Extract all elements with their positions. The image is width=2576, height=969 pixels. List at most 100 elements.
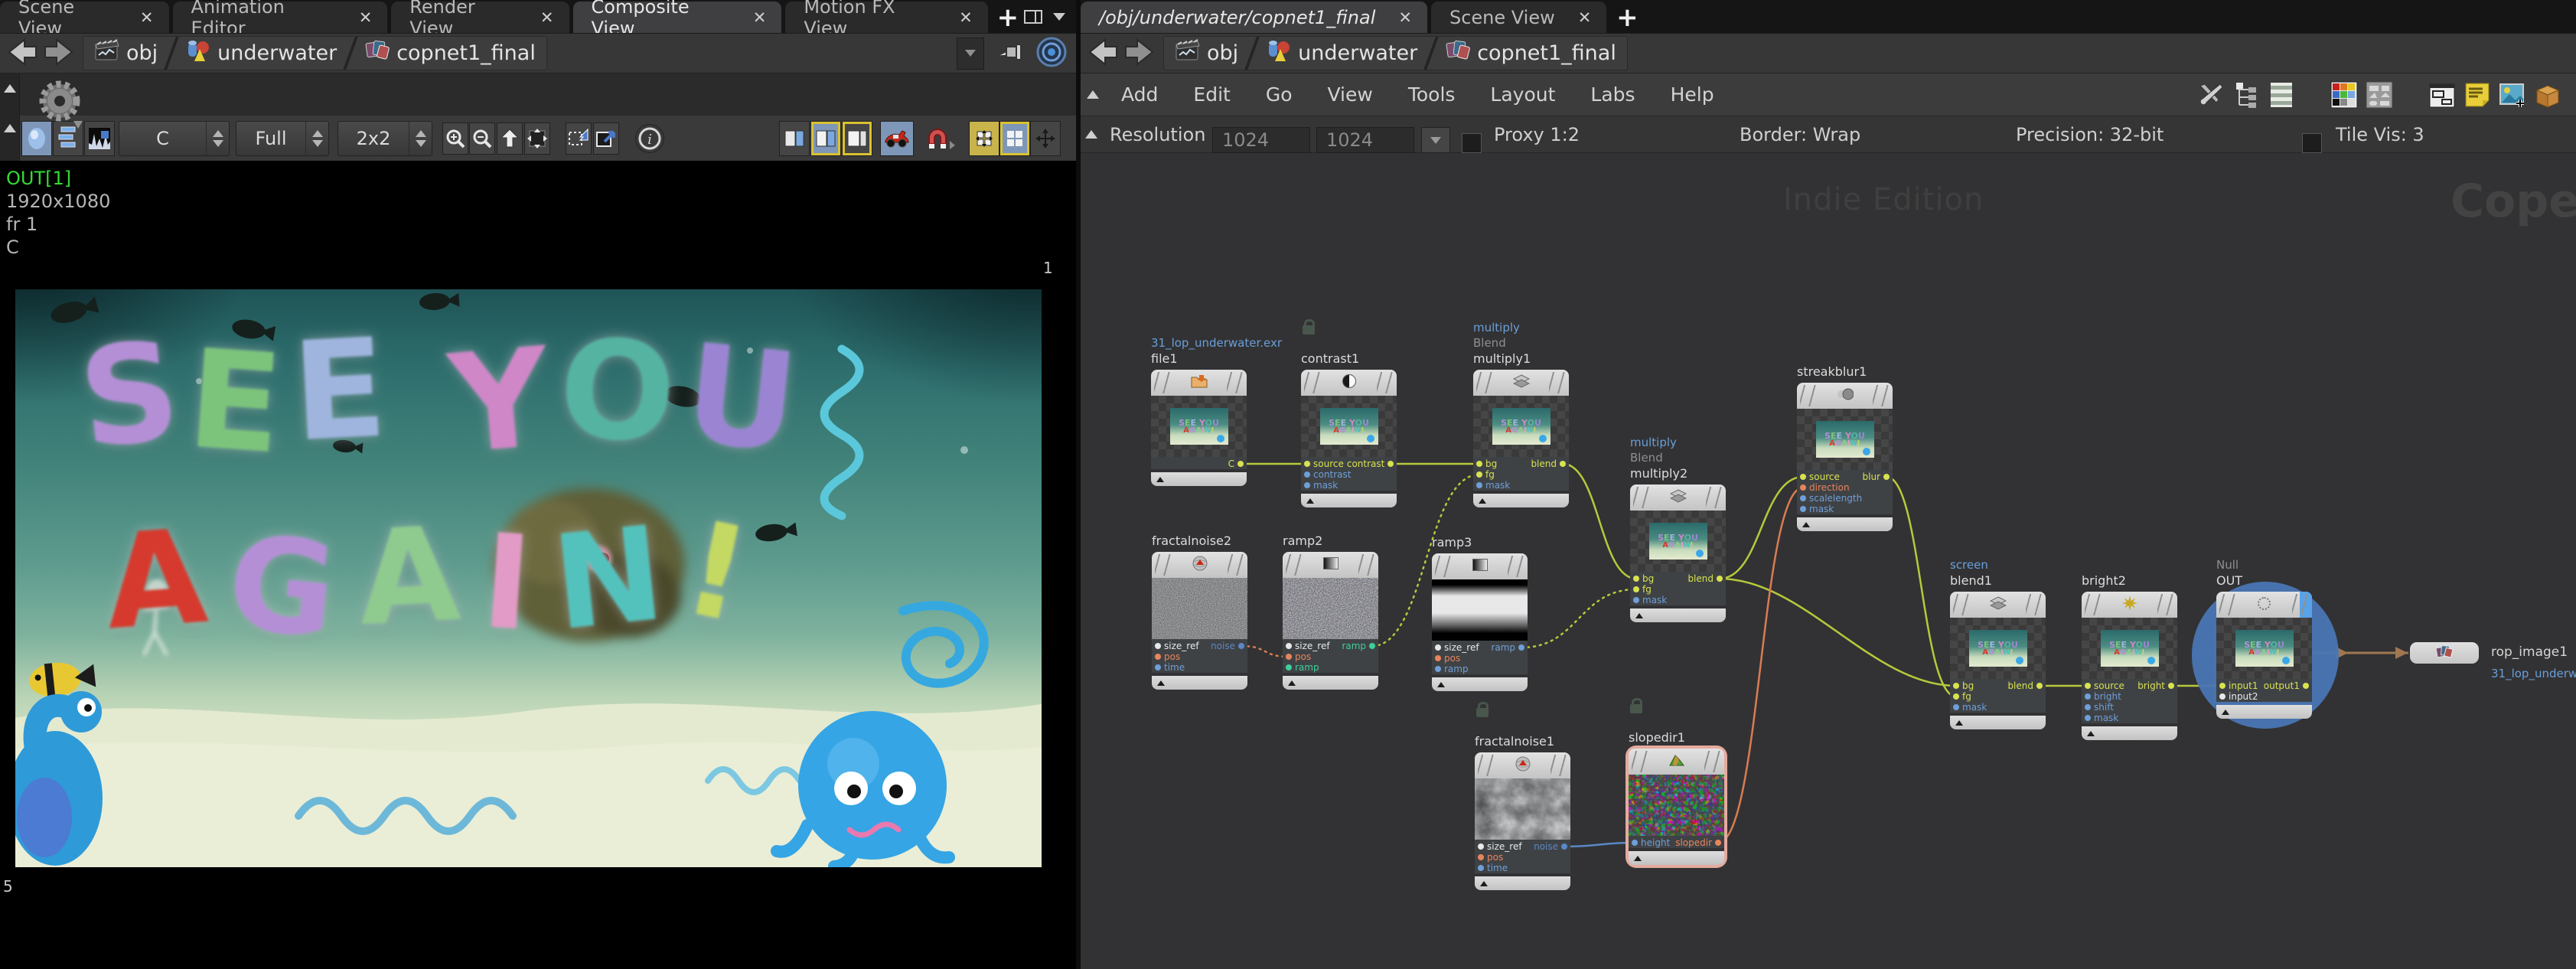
input-port-mask[interactable] (1476, 482, 1482, 488)
input-port-bg[interactable] (1633, 576, 1639, 582)
pin-icon[interactable] (996, 39, 1024, 68)
select-region-button[interactable] (566, 122, 592, 155)
output-port-output1[interactable] (2303, 683, 2309, 689)
footer-expand-icon[interactable] (1437, 682, 1445, 687)
node-header[interactable] (2216, 592, 2312, 618)
node-multiply2[interactable]: multiply2BlendmultiplySEEYOUAGAIN!bgblen… (1630, 484, 1726, 622)
node-header[interactable] (1152, 552, 1247, 578)
node-header[interactable] (1950, 592, 2046, 618)
tab-composite-view[interactable]: Composite View✕ (573, 2, 782, 33)
footer-expand-icon[interactable] (1955, 720, 1963, 726)
node-fractalnoise2[interactable]: fractalnoise2size_refnoisepostime (1152, 552, 1247, 690)
output-port-blend[interactable] (1560, 461, 1566, 467)
stow-arrow-icon[interactable] (4, 124, 16, 132)
forward-button[interactable] (1123, 37, 1156, 70)
resolution-height-field[interactable]: 1024 (1316, 127, 1414, 153)
asset-box-icon[interactable] (2533, 80, 2562, 109)
tab-scene-view[interactable]: Scene View✕ (0, 2, 169, 33)
output-port-ramp[interactable] (1518, 644, 1524, 651)
output-port-blur[interactable] (1883, 474, 1890, 480)
input-port-bg[interactable] (1953, 683, 1959, 689)
node-ramp2[interactable]: ramp2size_reframpposramp (1283, 552, 1378, 690)
node-file1[interactable]: file131_lop_underwater.exrSEEYOUAGAIN!C (1151, 370, 1247, 486)
input-port-pos[interactable] (1155, 654, 1161, 660)
plane-selector[interactable]: C (119, 121, 230, 156)
footer-expand-icon[interactable] (1480, 881, 1488, 886)
node-header[interactable] (1475, 752, 1570, 778)
breadcrumb-item-obj[interactable]: obj (1164, 37, 1249, 70)
resolution-width-field[interactable]: 1024 (1212, 127, 1310, 153)
tile-vis-checkbox[interactable] (2302, 133, 2322, 153)
input-port-mask[interactable] (1633, 597, 1639, 603)
input-port-pos[interactable] (1286, 654, 1292, 660)
input-port-source[interactable] (1304, 461, 1310, 467)
node-header[interactable] (1151, 370, 1247, 396)
node-footer[interactable] (1301, 494, 1397, 507)
input-port-mask[interactable] (2085, 715, 2091, 721)
output-port-noise[interactable] (1238, 643, 1244, 649)
display-flag[interactable] (2300, 592, 2312, 618)
tab-scene-view[interactable]: Scene View✕ (1431, 2, 1606, 33)
tree-view-icon[interactable] (2232, 80, 2261, 109)
back-button[interactable] (1087, 37, 1119, 70)
border-label[interactable]: Border: Wrap (1740, 116, 1860, 153)
breadcrumb-item-copnet1_final[interactable]: copnet1_final (354, 37, 546, 70)
input-port-shift[interactable] (2085, 704, 2091, 710)
output-port-blend[interactable] (2036, 683, 2043, 689)
node-contrast1[interactable]: contrast1SEEYOUAGAIN!sourcecontrastcontr… (1301, 370, 1397, 507)
node-header[interactable] (1630, 484, 1726, 511)
breadcrumb-item-copnet1_final[interactable]: copnet1_final (1434, 37, 1627, 70)
menu-add[interactable]: Add (1104, 83, 1176, 106)
zoom-out-button[interactable] (469, 122, 495, 155)
menu-view[interactable]: View (1310, 83, 1391, 106)
layout-wide-toggle[interactable] (842, 121, 872, 156)
tools-icon[interactable] (2196, 80, 2225, 109)
output-port-slopedir[interactable] (1715, 840, 1721, 846)
input-port-input2[interactable] (2219, 693, 2225, 700)
info-button[interactable]: i (635, 124, 664, 153)
input-port-pos[interactable] (1478, 854, 1484, 860)
input-port-time[interactable] (1478, 865, 1484, 871)
node-streakblur1[interactable]: streakblur1SEEYOUAGAIN!sourceblurdirecti… (1797, 383, 1893, 531)
footer-expand-icon[interactable] (1802, 522, 1810, 527)
grid-view-toggle[interactable] (999, 121, 1030, 156)
input-port-ramp[interactable] (1435, 666, 1441, 672)
tab-close-icon[interactable]: ✕ (1578, 8, 1592, 27)
tab-motion-fx-view[interactable]: Motion FX View✕ (785, 2, 987, 33)
tile-selector[interactable]: 2x2 (337, 121, 432, 156)
node-fractalnoise1[interactable]: fractalnoise1size_refnoisepostime (1475, 752, 1570, 890)
footer-expand-icon[interactable] (2087, 731, 2095, 736)
node-footer[interactable] (1152, 676, 1247, 690)
input-port-input1[interactable] (2219, 683, 2225, 689)
menu-edit[interactable]: Edit (1176, 83, 1247, 106)
node-slopedir1[interactable]: slopedir1heightslopedir (1629, 749, 1724, 865)
footer-expand-icon[interactable] (1156, 477, 1164, 482)
list-view-icon[interactable] (2267, 80, 2296, 109)
menu-labs[interactable]: Labs (1573, 83, 1652, 106)
node-footer[interactable] (2082, 726, 2177, 740)
menu-tools[interactable]: Tools (1391, 83, 1473, 106)
snap-magnet-icon[interactable] (923, 121, 960, 156)
node-header[interactable] (1283, 552, 1378, 578)
proxy-checkbox[interactable] (1462, 133, 1482, 153)
stow-arrow-icon[interactable] (4, 84, 16, 93)
menu-layout[interactable]: Layout (1472, 83, 1573, 106)
input-port-direction[interactable] (1800, 484, 1806, 491)
node-header[interactable] (1301, 370, 1397, 396)
node-footer[interactable] (1283, 676, 1378, 690)
precision-label[interactable]: Precision: 32-bit (2016, 116, 2164, 153)
menu-help[interactable]: Help (1653, 83, 1732, 106)
node-rop_image1[interactable] (2410, 642, 2479, 664)
node-blend1[interactable]: blend1screenSEEYOUAGAIN!bgblendfgmask (1950, 592, 2046, 729)
breadcrumb-item-underwater[interactable]: underwater (174, 37, 347, 70)
layout-single-toggle[interactable] (779, 121, 810, 156)
node-footer[interactable] (1630, 608, 1726, 622)
shape-palette-icon[interactable] (2365, 80, 2394, 109)
composite-viewport[interactable]: OUT[1] 1920x1080 fr 1 C 1 5 (0, 161, 1076, 969)
output-port-bright[interactable] (2168, 683, 2174, 689)
input-port-source[interactable] (2085, 683, 2091, 689)
footer-expand-icon[interactable] (1479, 498, 1486, 504)
pan-mode-toggle[interactable] (1030, 121, 1061, 156)
pane-menu-icon[interactable] (1053, 13, 1065, 21)
layout-split-toggle[interactable] (810, 121, 841, 156)
